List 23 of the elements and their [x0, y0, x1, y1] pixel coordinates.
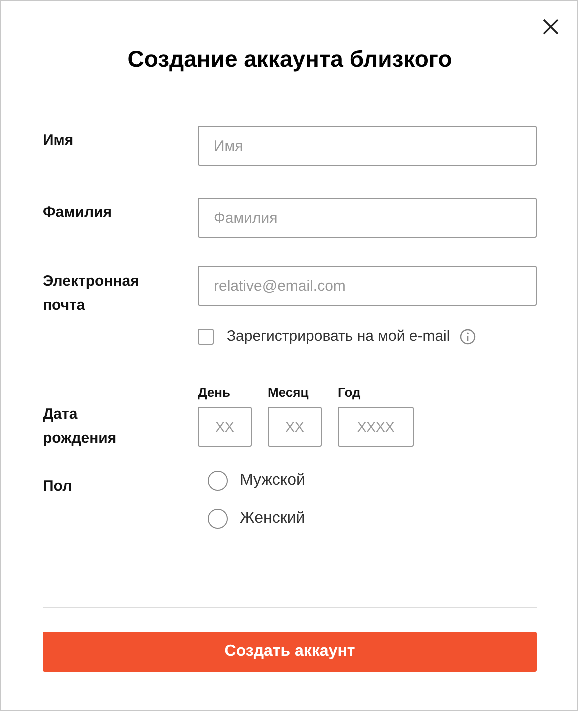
info-icon[interactable] — [460, 328, 476, 344]
field-label: Электронная почта — [43, 272, 140, 316]
dialog-title: Создание аккаунта близкого — [126, 45, 454, 73]
date-part-label: Месяц — [268, 385, 310, 401]
radio-button[interactable] — [208, 509, 228, 529]
input-field[interactable]: XXXX — [338, 407, 414, 447]
radio-button[interactable] — [208, 471, 228, 491]
field-label: Имя — [43, 131, 75, 151]
checkbox[interactable] — [198, 328, 214, 344]
input-field[interactable]: Фамилия — [198, 198, 537, 238]
field-label: Дата рождения — [43, 405, 118, 449]
date-part-label: Год — [338, 385, 362, 401]
create-account-button[interactable]: Создать аккаунт — [43, 632, 537, 672]
input-field[interactable]: Имя — [198, 126, 537, 166]
radio-label: Женский — [240, 510, 306, 528]
input-field[interactable]: XX — [268, 407, 322, 447]
radio-label: Мужской — [240, 472, 306, 490]
input-field[interactable]: XX — [198, 407, 252, 447]
date-part-label: День — [198, 385, 232, 401]
field-label: Фамилия — [43, 203, 113, 223]
field-label: Пол — [43, 477, 74, 497]
input-field[interactable]: relative@email.com — [198, 266, 537, 306]
checkbox-label: Зарегистрировать на мой e-mail — [227, 328, 450, 345]
